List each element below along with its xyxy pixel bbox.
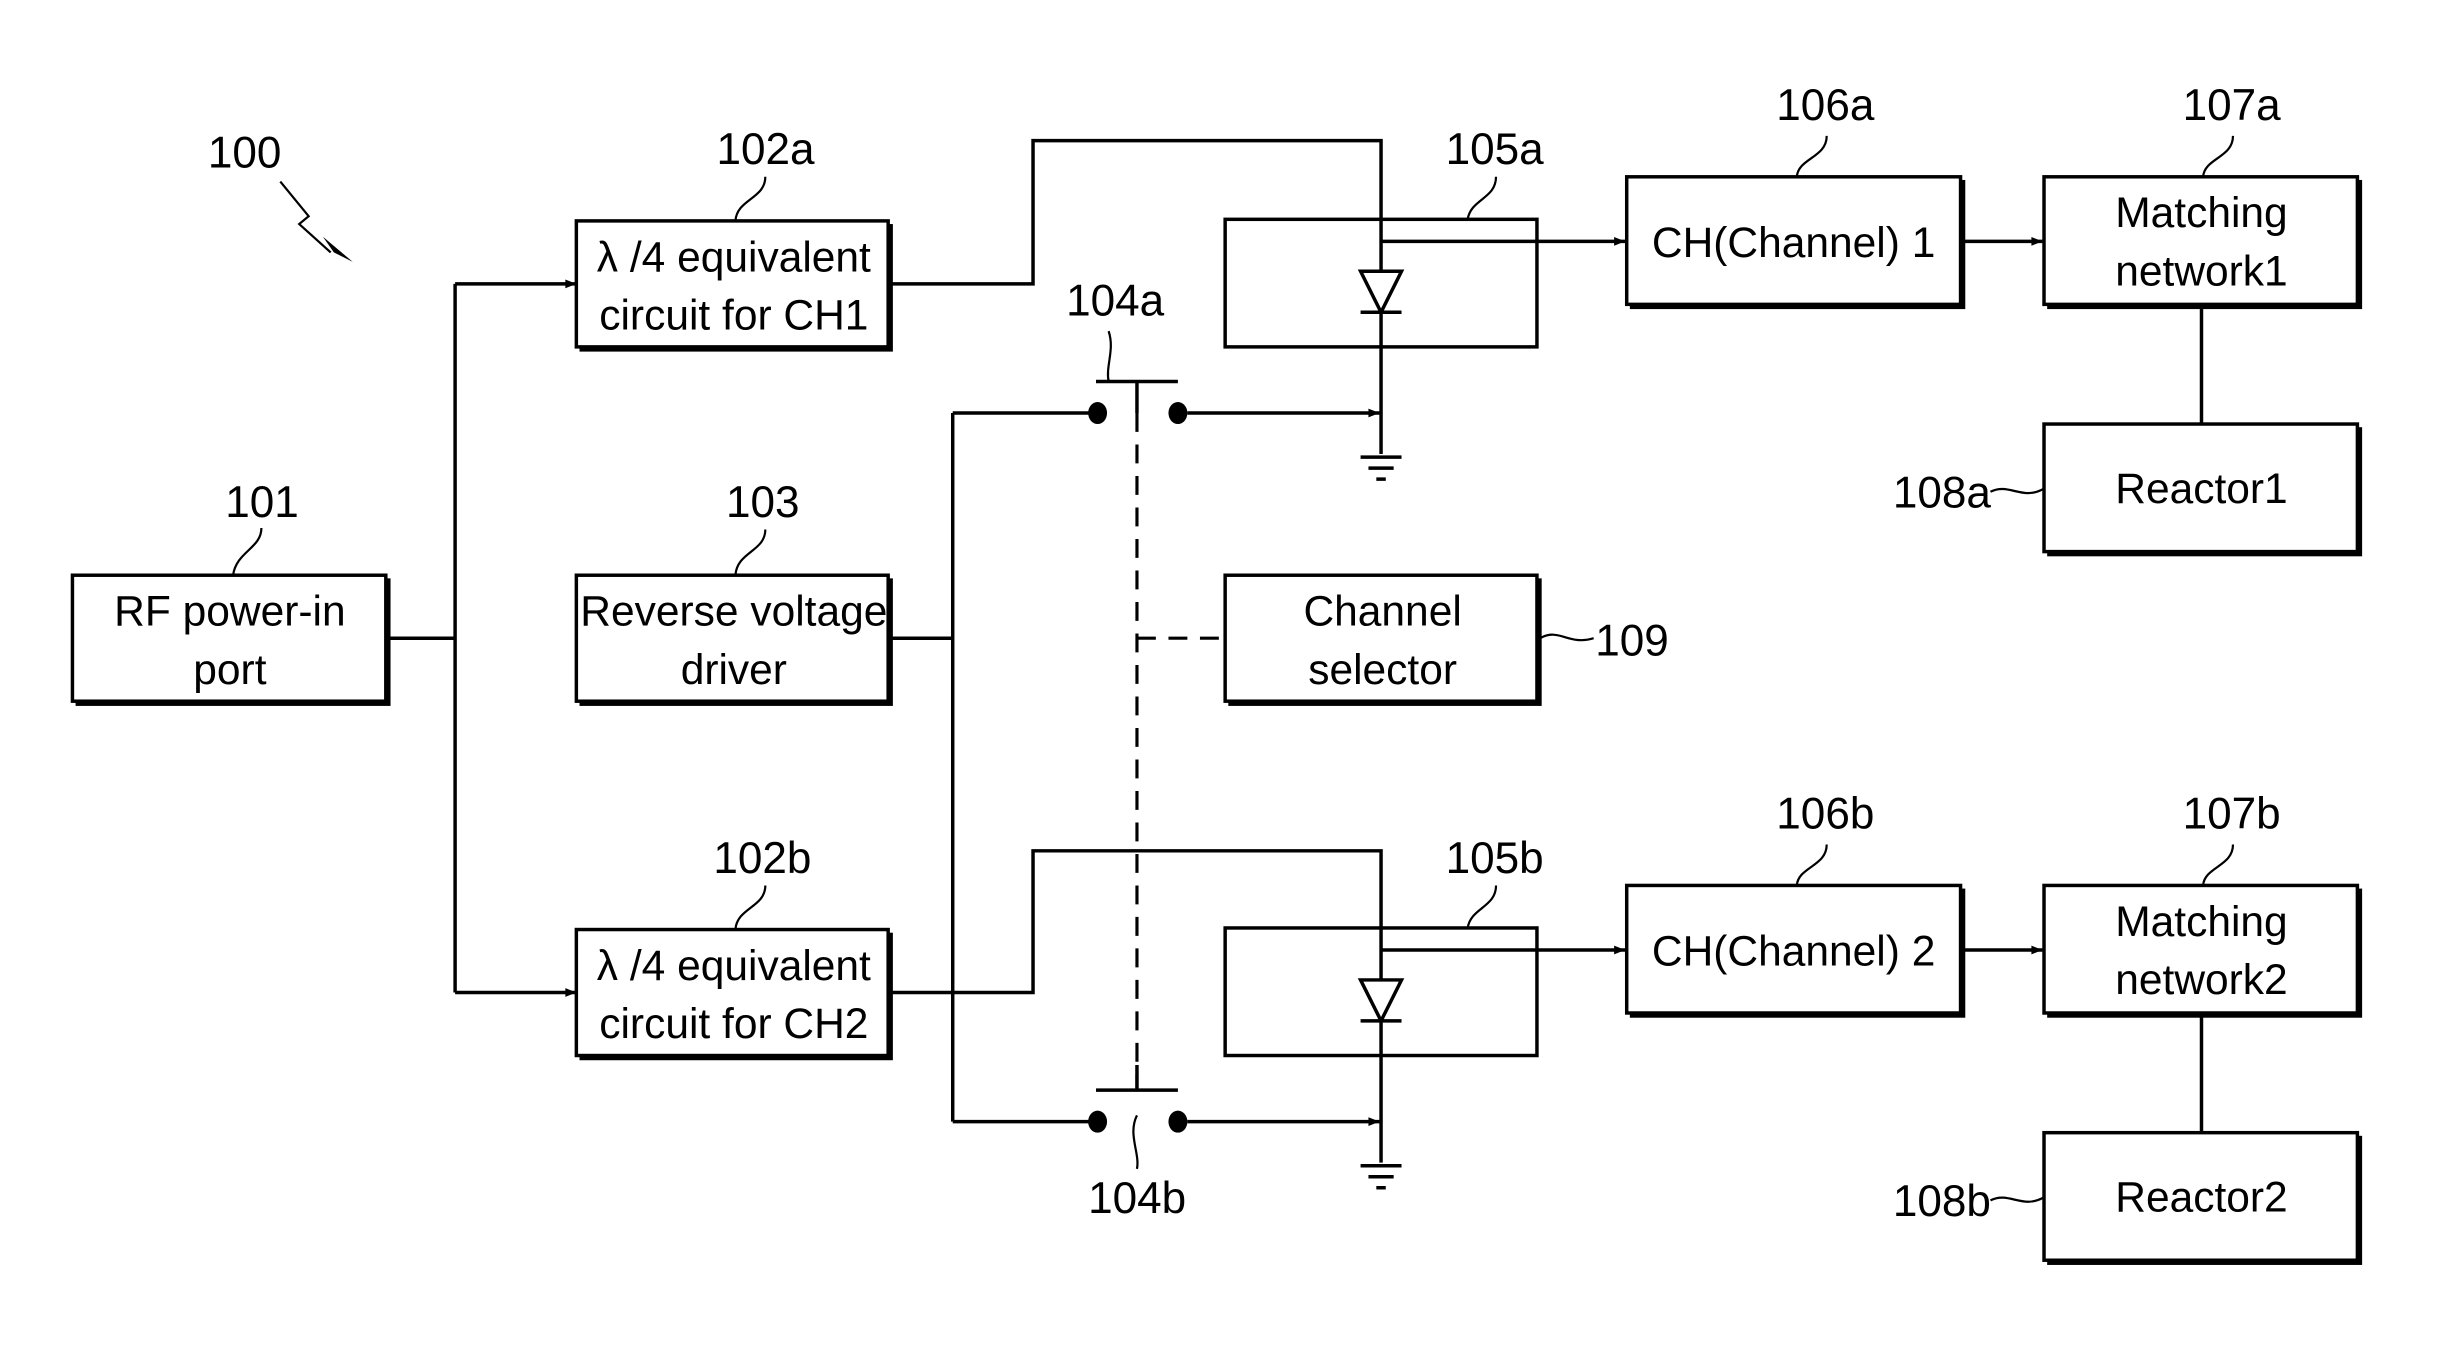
sw1-ref: 104a — [1066, 276, 1165, 325]
qw1-label-1: λ /4 equivalent — [597, 234, 871, 281]
reactor2-block: Reactor2 108b — [1893, 1130, 2363, 1265]
r2-leader — [1989, 1196, 2045, 1203]
ch2-ref: 106b — [1776, 790, 1874, 839]
diode1-ref: 105a — [1446, 125, 1545, 174]
r1-leader — [1989, 487, 2045, 495]
ground1-icon — [1360, 455, 1402, 481]
r2-label: Reactor2 — [2115, 1174, 2287, 1221]
rf-in-leader — [231, 527, 263, 576]
matching-network1-block: Matching network1 107a — [2042, 81, 2363, 310]
mn1-ref: 107a — [2183, 81, 2282, 130]
ch2-label: CH(Channel) 2 — [1652, 929, 1935, 976]
rf-in-ref: 101 — [225, 478, 299, 527]
qw2-label-1: λ /4 equivalent — [597, 943, 871, 990]
qw2-label-2: circuit for CH2 — [599, 1001, 868, 1048]
sw2-leader — [1132, 1114, 1139, 1170]
mn1-label-2: network1 — [2115, 248, 2287, 295]
sw2-ref: 104b — [1088, 1174, 1186, 1223]
qw1-leader — [734, 176, 767, 222]
qw1-label-2: circuit for CH1 — [599, 293, 868, 340]
ch1-ref: 106a — [1776, 81, 1875, 130]
diode2-leader — [1466, 885, 1498, 929]
ground2-icon — [1360, 1164, 1402, 1190]
rev-ref: 103 — [726, 478, 800, 527]
rev-label-1: Reverse voltage — [580, 589, 887, 636]
quarter-wave-ch2-block: λ /4 equivalent circuit for CH2 102b — [574, 834, 893, 1061]
figure-ref-leader — [279, 180, 332, 254]
r2-ref: 108b — [1893, 1177, 1991, 1226]
diode1-leader — [1466, 176, 1498, 220]
rev-label-2: driver — [681, 647, 787, 694]
sel-leader — [1539, 633, 1594, 642]
rf-in-label-1: RF power-in — [114, 589, 345, 636]
quarter-wave-ch1-block: λ /4 equivalent circuit for CH1 102a — [574, 125, 893, 352]
qw2-ref: 102b — [713, 834, 811, 883]
reverse-voltage-driver-block: Reverse voltage driver 103 — [574, 478, 893, 706]
r1-label: Reactor1 — [2115, 466, 2287, 513]
mn2-ref: 107b — [2183, 790, 2281, 839]
sw1-leader — [1106, 330, 1112, 382]
sel-ref: 109 — [1595, 617, 1669, 666]
mn2-leader — [2201, 844, 2235, 886]
channel-selector-block: Channel selector 109 — [1223, 573, 1669, 706]
ch1-leader — [1795, 135, 1828, 178]
rev-leader — [734, 529, 767, 576]
mn1-leader — [2201, 135, 2235, 178]
block-diagram: 100 RF power-in port 101 λ /4 equivalent… — [70, 81, 2363, 1265]
channel1-block: CH(Channel) 1 106a — [1624, 81, 1966, 310]
figure-ref: 100 — [208, 128, 282, 177]
ch1-label: CH(Channel) 1 — [1652, 220, 1935, 267]
mn1-label-1: Matching — [2115, 190, 2287, 237]
diode2-ref: 105b — [1446, 834, 1544, 883]
qw2-leader — [734, 885, 767, 930]
r1-ref: 108a — [1893, 469, 1992, 518]
qw1-ref: 102a — [717, 125, 816, 174]
sel-label-1: Channel — [1303, 589, 1461, 636]
rf-in-label-2: port — [193, 647, 266, 694]
mn2-label-1: Matching — [2115, 899, 2287, 946]
reactor1-block: Reactor1 108a — [1893, 422, 2363, 557]
sel-label-2: selector — [1308, 647, 1457, 694]
mn2-label-2: network2 — [2115, 957, 2287, 1004]
ch2-leader — [1795, 844, 1828, 886]
rf-power-in-block: RF power-in port 101 — [70, 478, 391, 706]
matching-network2-block: Matching network2 107b — [2042, 790, 2363, 1018]
channel2-block: CH(Channel) 2 106b — [1624, 790, 1966, 1018]
